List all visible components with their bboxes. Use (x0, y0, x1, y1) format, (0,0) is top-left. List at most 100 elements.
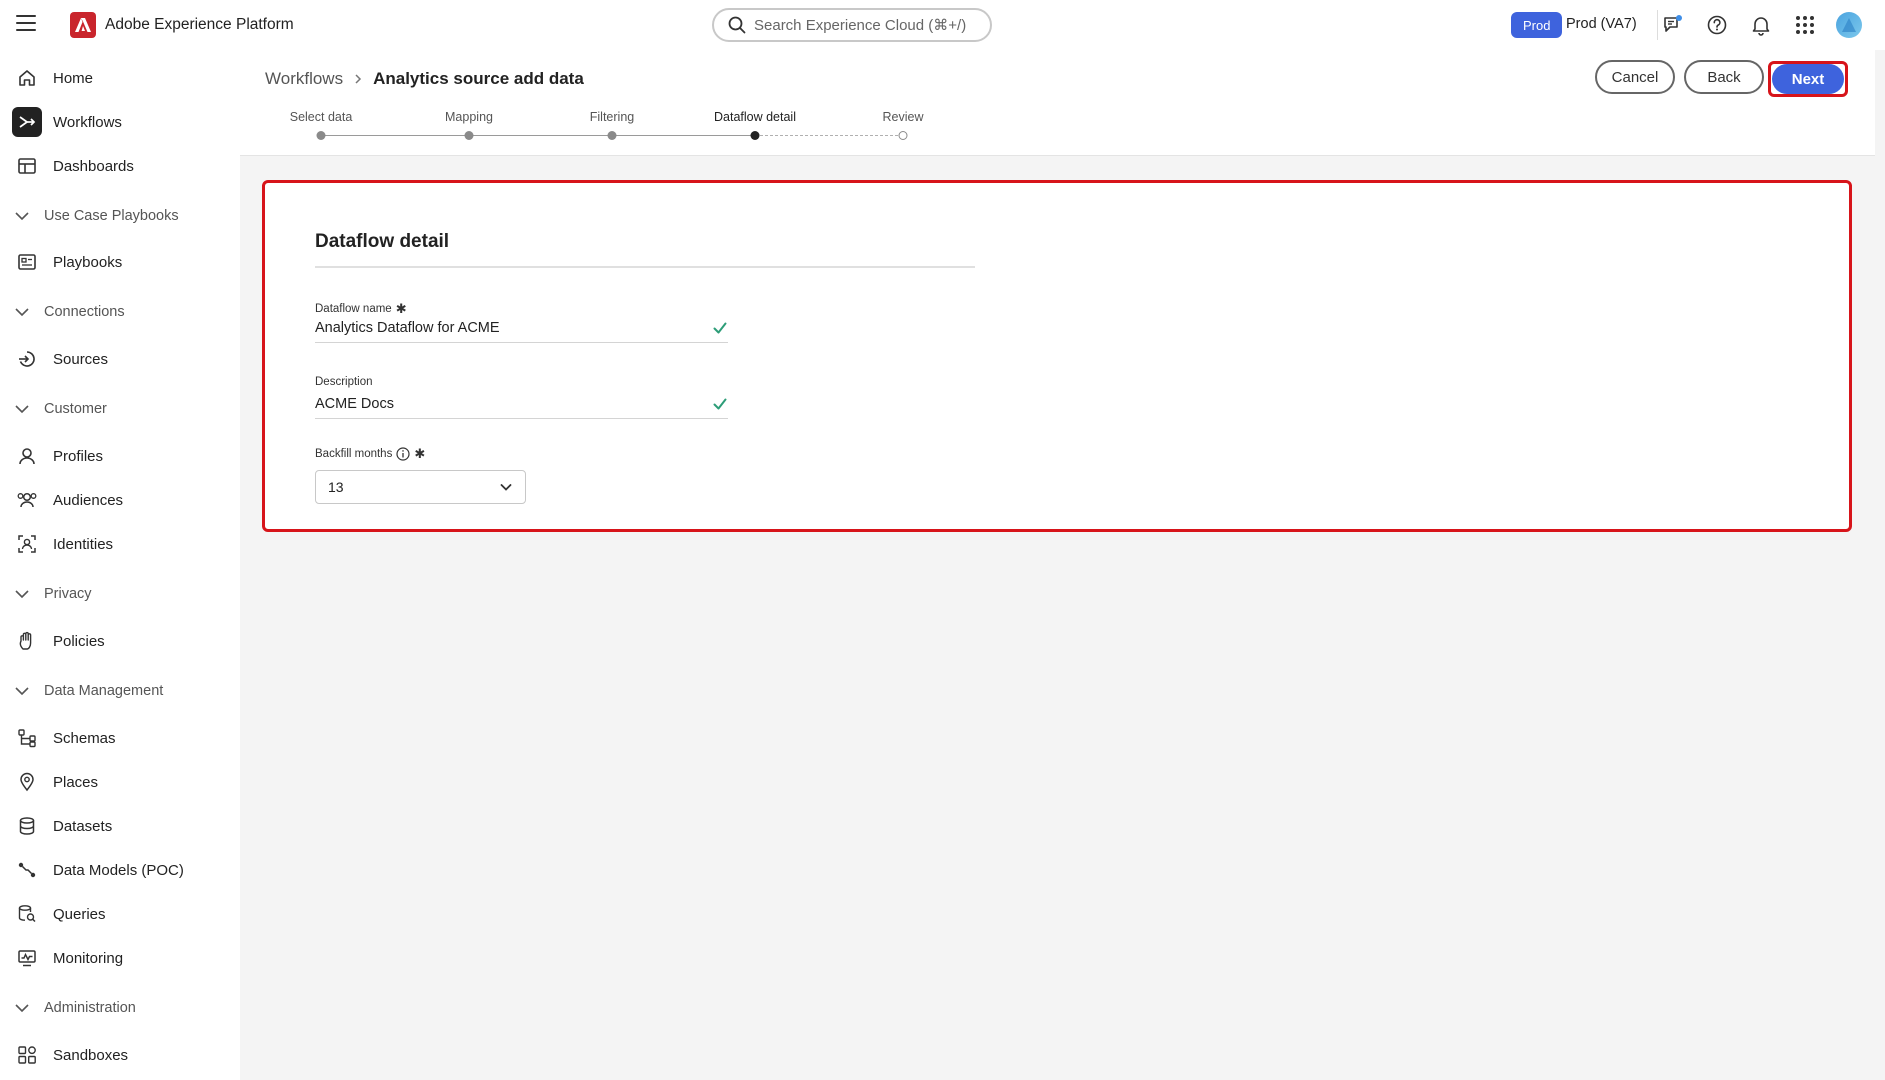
step-dataflow-detail[interactable]: Dataflow detail (714, 110, 796, 124)
sidebar-item-schemas[interactable]: Schemas (10, 719, 230, 757)
identities-icon (12, 529, 42, 559)
schemas-icon (12, 723, 42, 753)
sidebar-item-datasets[interactable]: Datasets (10, 807, 230, 845)
sidebar-item-dashboards[interactable]: Dashboards (10, 147, 230, 185)
back-button[interactable]: Back (1684, 60, 1764, 94)
sidebar-section-connections[interactable]: Connections (14, 304, 125, 320)
sidebar-section-data-management[interactable]: Data Management (14, 683, 163, 699)
dataflow-name-value: Analytics Dataflow for ACME (315, 319, 500, 336)
breadcrumb-workflows[interactable]: Workflows (265, 69, 343, 89)
card-title: Dataflow detail (315, 231, 450, 252)
divider (1657, 10, 1658, 40)
database-icon (12, 811, 42, 841)
sidebar-item-audiences[interactable]: Audiences (10, 481, 230, 519)
chevron-down-icon (15, 308, 29, 317)
sidebar-item-playbooks[interactable]: Playbooks (10, 243, 230, 281)
sidebar-item-policies[interactable]: Policies (10, 622, 230, 660)
step-dot-mapping (464, 131, 474, 140)
data-models-icon (12, 855, 42, 885)
sidebar-item-sources[interactable]: Sources (10, 340, 230, 378)
sources-icon (12, 344, 42, 374)
apps-grid-icon[interactable] (1792, 12, 1818, 38)
chevron-down-icon (15, 590, 29, 599)
breadcrumb: Workflows Analytics source add data (265, 69, 584, 89)
chevron-down-icon (15, 687, 29, 696)
chevron-down-icon (15, 1004, 29, 1013)
backfill-months-dropdown[interactable]: 13 (315, 470, 526, 504)
step-dot-filtering (607, 131, 617, 140)
chevron-down-icon (15, 405, 29, 414)
backfill-months-label: Backfill months ✱ (315, 446, 426, 461)
backfill-months-value: 13 (328, 479, 344, 495)
main-content: Workflows Analytics source add data Canc… (240, 50, 1885, 1080)
workflows-icon (12, 107, 42, 137)
chevron-down-icon (15, 212, 29, 221)
sandboxes-icon (12, 1040, 42, 1070)
sidebar-section-administration[interactable]: Administration (14, 1000, 136, 1016)
step-review: Review (882, 110, 924, 124)
sidebar: Home Workflows Dashboards Use Case Playb… (0, 50, 240, 1080)
search-box[interactable] (712, 8, 992, 42)
adobe-logo-icon (70, 12, 96, 38)
step-dot-review (898, 131, 908, 140)
policies-hand-icon (12, 626, 42, 656)
help-icon[interactable] (1704, 12, 1730, 38)
sidebar-item-queries[interactable]: Queries (10, 895, 230, 933)
checkmark-icon (713, 398, 727, 409)
step-dot-dataflow-detail (750, 131, 760, 140)
step-filtering[interactable]: Filtering (590, 110, 634, 124)
sidebar-item-identities[interactable]: Identities (10, 525, 230, 563)
sidebar-section-customer[interactable]: Customer (14, 401, 107, 417)
home-icon (12, 63, 42, 93)
search-icon (728, 16, 746, 34)
stepper-remaining-line (755, 135, 903, 136)
notifications-bell-icon[interactable] (1748, 12, 1774, 38)
app-title: Adobe Experience Platform (105, 16, 294, 33)
dataflow-name-field[interactable]: Analytics Dataflow for ACME (315, 313, 728, 343)
monitoring-icon (12, 943, 42, 973)
top-icons (1660, 12, 1862, 38)
sidebar-item-places[interactable]: Places (10, 763, 230, 801)
sidebar-item-profiles[interactable]: Profiles (10, 437, 230, 475)
brand[interactable]: Adobe Experience Platform (70, 12, 294, 38)
location-pin-icon (12, 767, 42, 797)
chevron-right-icon (355, 74, 362, 84)
user-avatar[interactable] (1836, 12, 1862, 38)
sidebar-item-home[interactable]: Home (10, 59, 230, 97)
dashboards-icon (12, 151, 42, 181)
playbooks-icon (12, 247, 42, 277)
feedback-icon[interactable] (1660, 12, 1686, 38)
environment-label[interactable]: Prod (VA7) (1566, 16, 1637, 32)
menu-icon[interactable] (16, 15, 36, 33)
step-dot-select-data (316, 131, 326, 140)
required-asterisk-icon: ✱ (414, 446, 426, 461)
sidebar-item-data-models[interactable]: Data Models (POC) (10, 851, 230, 889)
cancel-button[interactable]: Cancel (1595, 60, 1675, 94)
workflow-header: Workflows Analytics source add data Canc… (240, 50, 1875, 156)
queries-icon (12, 899, 42, 929)
environment-badge[interactable]: Prod (1511, 12, 1563, 38)
divider (315, 266, 975, 268)
next-button-highlight (1768, 61, 1848, 97)
sidebar-item-workflows[interactable]: Workflows (10, 103, 230, 141)
description-value: ACME Docs (315, 395, 394, 412)
sidebar-item-monitoring[interactable]: Monitoring (10, 939, 230, 977)
description-field[interactable]: ACME Docs (315, 389, 728, 419)
search-input[interactable] (754, 16, 974, 34)
workflow-stepper: Select data Mapping Filtering Dataflow d… (240, 110, 1000, 140)
sidebar-section-use-case-playbooks[interactable]: Use Case Playbooks (14, 208, 179, 224)
sidebar-item-sandboxes[interactable]: Sandboxes (10, 1036, 230, 1074)
profiles-icon (12, 441, 42, 471)
stepper-progress-line (321, 135, 755, 136)
audiences-icon (12, 485, 42, 515)
step-mapping[interactable]: Mapping (445, 110, 493, 124)
dataflow-detail-card: Dataflow detail Dataflow name ✱ Analytic… (262, 180, 1852, 532)
chevron-down-icon (500, 484, 512, 491)
checkmark-icon (713, 322, 727, 333)
description-label: Description (315, 376, 373, 388)
sidebar-section-privacy[interactable]: Privacy (14, 586, 92, 602)
page-title: Analytics source add data (373, 69, 584, 88)
info-icon[interactable] (396, 447, 410, 461)
step-select-data[interactable]: Select data (290, 110, 353, 124)
top-bar: Adobe Experience Platform Prod Prod (VA7… (0, 0, 1885, 50)
